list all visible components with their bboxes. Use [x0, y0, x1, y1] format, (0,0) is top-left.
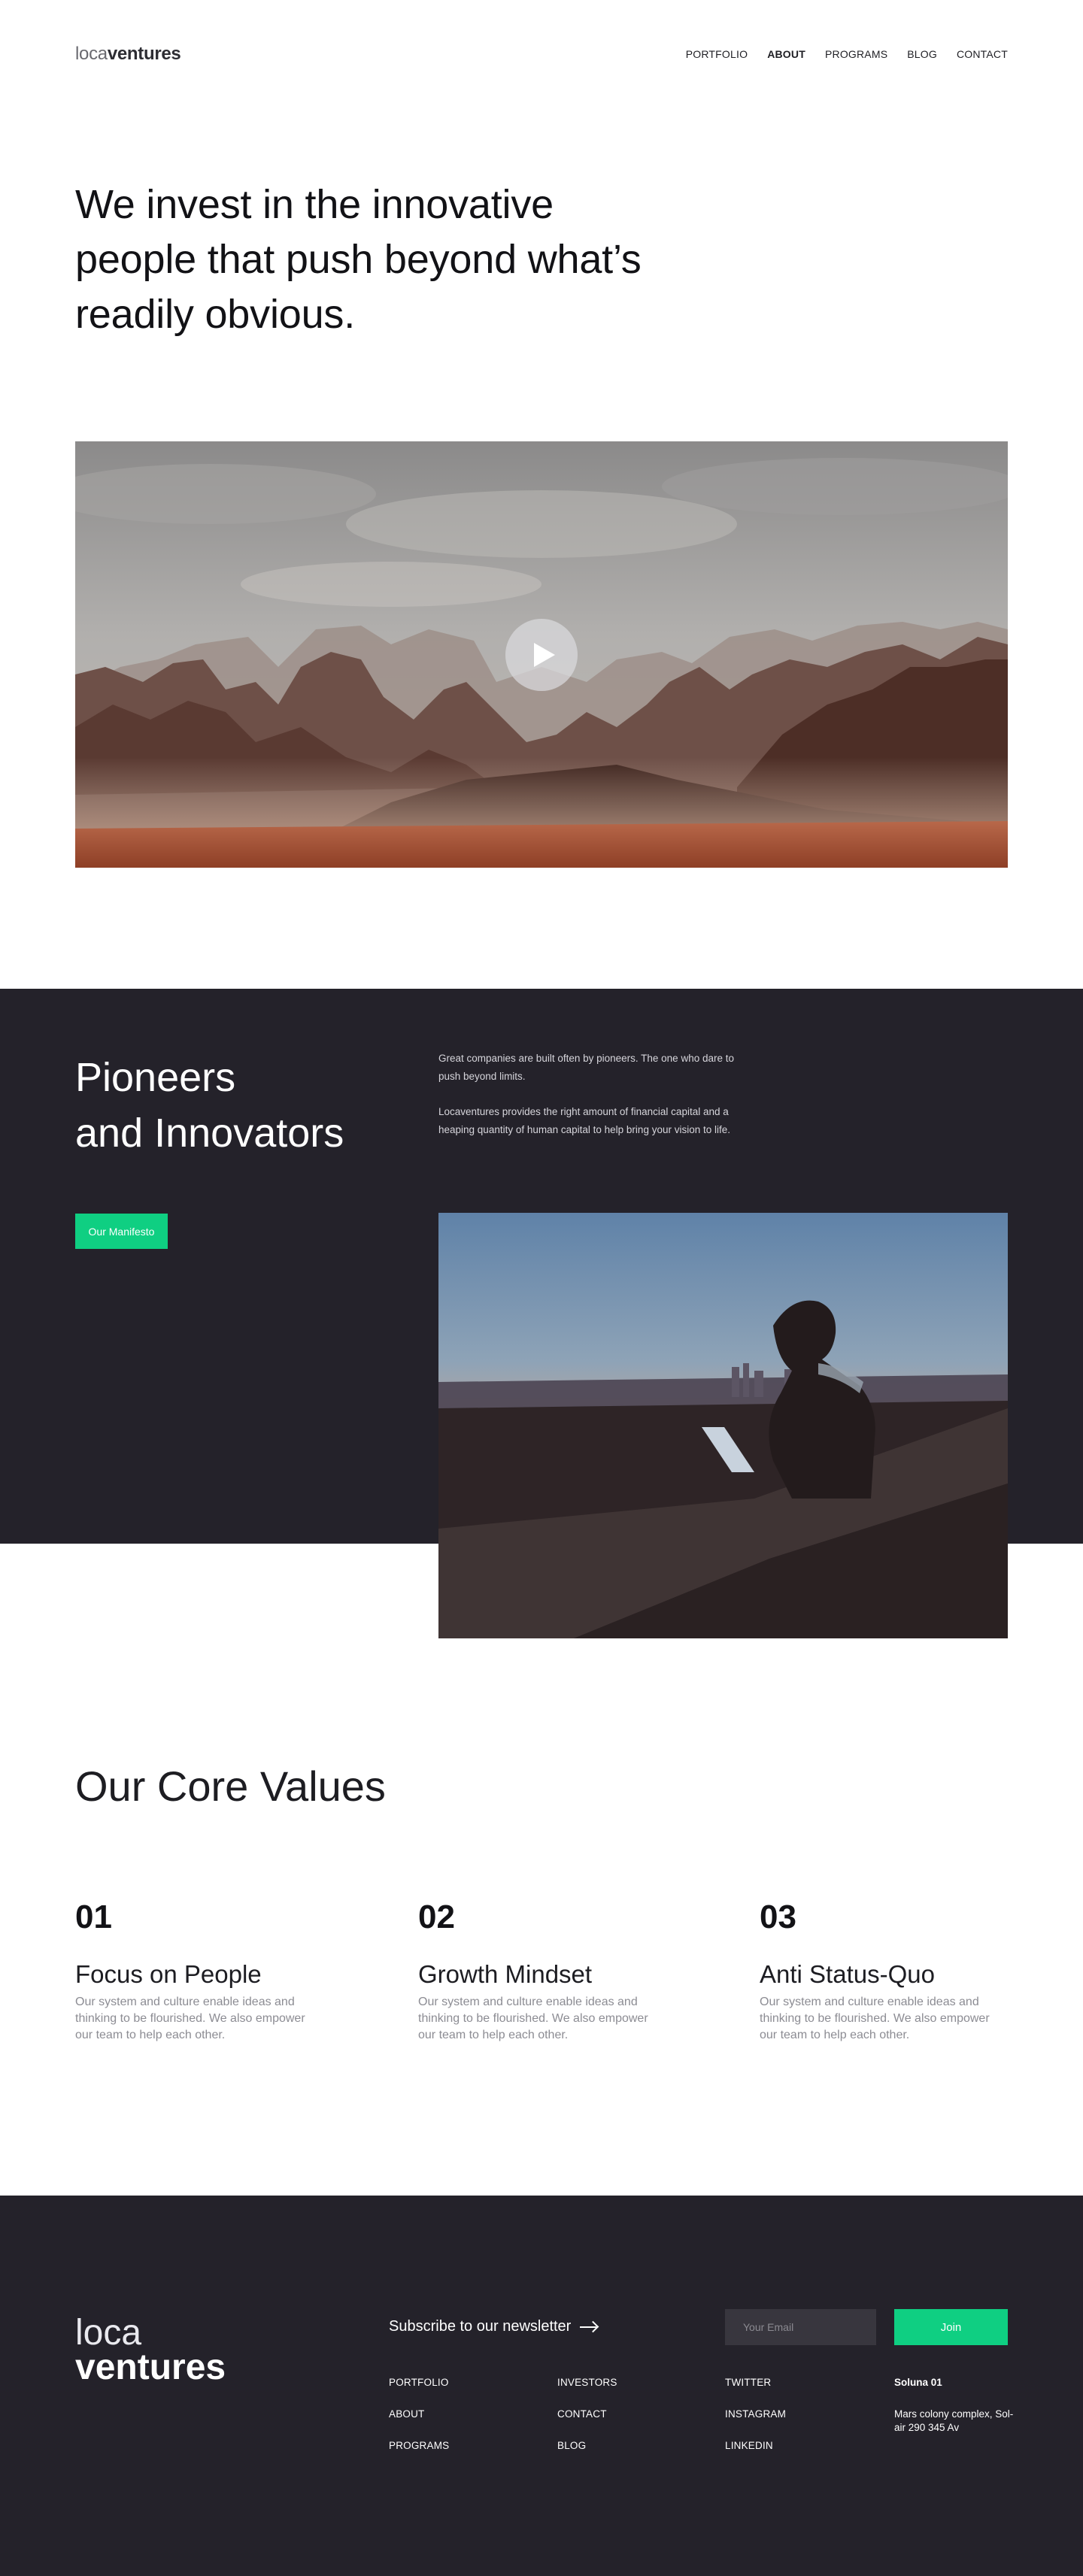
play-icon — [534, 643, 555, 667]
logo-light-text: loca — [75, 44, 108, 64]
core-value-number: 03 — [760, 1899, 796, 1935]
footer-logo-bold: ventures — [75, 2347, 226, 2387]
core-value-item: 02 Growth Mindset Our system and culture… — [418, 1896, 666, 2044]
sunset-photo — [438, 1213, 1008, 1638]
nav-about[interactable]: ABOUT — [767, 48, 805, 60]
nav-contact[interactable]: CONTACT — [957, 48, 1008, 60]
pioneers-paragraph-1: Great companies are built often by pione… — [438, 1053, 734, 1082]
hero-title: We invest in the innovative people that … — [75, 182, 642, 337]
core-value-title: Focus on People — [75, 1960, 262, 1988]
core-value-item: 01 Focus on People Our system and cultur… — [75, 1896, 323, 2044]
page: locaventures PORTFOLIO ABOUT PROGRAMS BL… — [0, 0, 1083, 2576]
nav-blog[interactable]: BLOG — [907, 48, 937, 60]
footer-logo-light: loca — [75, 2313, 142, 2353]
footer-links-col-1: PORTFOLIO ABOUT PROGRAMS — [389, 2376, 449, 2471]
main-nav: PORTFOLIO ABOUT PROGRAMS BLOG CONTACT — [686, 48, 1008, 60]
core-value-number: 02 — [418, 1899, 455, 1935]
footer-links-col-2: INVESTORS CONTACT BLOG — [557, 2376, 617, 2471]
footer-link-investors[interactable]: INVESTORS — [557, 2376, 617, 2390]
core-value-title: Growth Mindset — [418, 1960, 593, 1988]
footer-link-twitter[interactable]: TWITTER — [725, 2376, 786, 2390]
manifesto-button[interactable]: Our Manifesto — [75, 1214, 168, 1249]
footer-links-col-3: TWITTER INSTAGRAM LINKEDIN — [725, 2376, 786, 2471]
newsletter-label: Subscribe to our newsletter — [389, 2318, 597, 2335]
footer-link-instagram[interactable]: INSTAGRAM — [725, 2408, 786, 2421]
newsletter-text: Subscribe to our newsletter — [389, 2318, 572, 2335]
nav-portfolio[interactable]: PORTFOLIO — [686, 48, 748, 60]
pioneers-paragraph-2: Locaventures provides the right amount o… — [438, 1106, 730, 1135]
core-value-item: 03 Anti Status-Quo Our system and cultur… — [760, 1896, 1008, 2044]
logo-bold-text: ventures — [107, 44, 181, 64]
core-value-description: Our system and culture enable ideas and … — [75, 1996, 305, 2041]
core-values-title: Our Core Values — [75, 1762, 386, 1810]
join-button[interactable]: Join — [894, 2309, 1008, 2345]
play-button[interactable] — [505, 619, 578, 691]
core-value-description: Our system and culture enable ideas and … — [760, 1996, 990, 2041]
footer-address: Soluna 01 Mars colony complex, Sol-air 2… — [894, 2376, 1015, 2435]
core-value-number: 01 — [75, 1899, 112, 1935]
hero-video[interactable] — [75, 441, 1008, 868]
footer-link-contact[interactable]: CONTACT — [557, 2408, 617, 2421]
nav-programs[interactable]: PROGRAMS — [825, 48, 887, 60]
core-value-title: Anti Status-Quo — [760, 1960, 935, 1988]
pioneers-title-line1: Pioneers — [75, 1055, 236, 1100]
footer-link-blog[interactable]: BLOG — [557, 2439, 617, 2453]
pioneers-title: Pioneers and Innovators — [75, 1050, 436, 1161]
footer-link-linkedin[interactable]: LINKEDIN — [725, 2439, 786, 2453]
email-input[interactable] — [725, 2309, 876, 2345]
pioneers-title-line2: and Innovators — [75, 1111, 344, 1156]
footer-link-programs[interactable]: PROGRAMS — [389, 2439, 449, 2453]
address-text: Mars colony complex, Sol-air 290 345 Av — [894, 2408, 1014, 2433]
site-logo[interactable]: locaventures — [75, 44, 181, 65]
footer-link-portfolio[interactable]: PORTFOLIO — [389, 2376, 449, 2390]
footer-link-about[interactable]: ABOUT — [389, 2408, 449, 2421]
site-header: locaventures PORTFOLIO ABOUT PROGRAMS BL… — [75, 41, 1008, 68]
address-name: Soluna 01 — [894, 2377, 942, 2388]
arrow-right-icon — [580, 2326, 597, 2328]
core-value-description: Our system and culture enable ideas and … — [418, 1996, 648, 2041]
footer-logo[interactable]: loca ventures — [75, 2313, 226, 2387]
man-with-laptop-photo — [438, 1213, 1008, 1638]
